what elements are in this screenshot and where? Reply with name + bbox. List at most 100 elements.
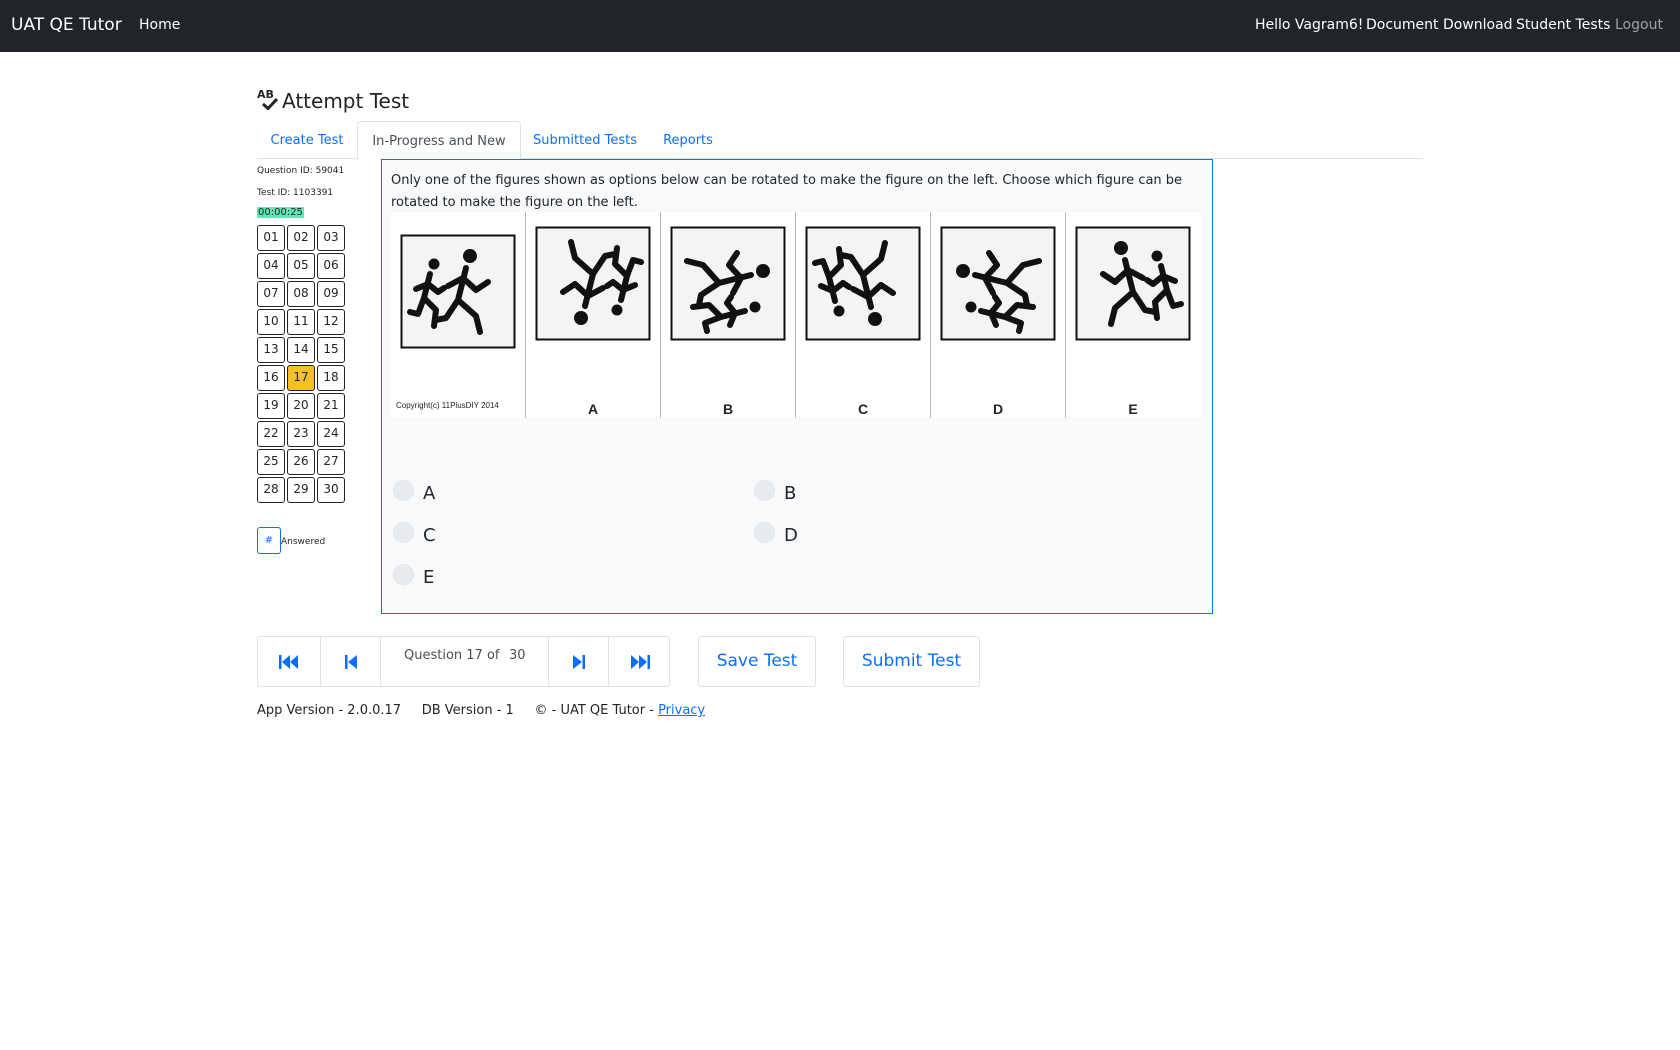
question-id-label: Question ID: 59041 — [257, 166, 345, 176]
tab-reports[interactable]: Reports — [649, 121, 727, 159]
question-nav-button[interactable]: 30 — [317, 477, 345, 503]
footer-copyright: © - UAT QE Tutor - — [534, 703, 654, 718]
last-question-button[interactable] — [609, 637, 670, 686]
option-d-label: D — [784, 525, 798, 546]
question-nav-button[interactable]: 19 — [257, 393, 285, 419]
question-nav-button[interactable]: 15 — [317, 337, 345, 363]
question-nav-button[interactable]: 02 — [287, 225, 315, 251]
skip-last-icon — [630, 654, 650, 669]
question-nav-button[interactable]: 28 — [257, 477, 285, 503]
question-nav-button[interactable]: 24 — [317, 421, 345, 447]
figure-option-c-image — [805, 226, 921, 341]
figure-label-e: E — [1128, 401, 1138, 417]
question-navigation: Question 17 of 30 — [257, 636, 670, 687]
spellcheck-icon: AB — [257, 88, 283, 116]
question-panel: Only one of the figures shown as options… — [381, 159, 1213, 614]
option-c-label: C — [423, 525, 436, 546]
option-e-label: E — [423, 567, 435, 588]
question-nav-button[interactable]: 20 — [287, 393, 315, 419]
answered-legend-label: Answered — [281, 537, 326, 547]
question-nav-button[interactable]: 18 — [317, 365, 345, 391]
question-nav-button[interactable]: 01 — [257, 225, 285, 251]
question-nav-button[interactable]: 27 — [317, 449, 345, 475]
option-d[interactable]: D — [754, 522, 954, 546]
figure-option-c: C — [796, 212, 931, 418]
figure-option-b: B — [661, 212, 796, 418]
figure-label-b: B — [722, 401, 734, 417]
figure-question-image — [400, 234, 516, 349]
option-e-radio[interactable] — [393, 564, 414, 585]
skip-previous-icon — [344, 654, 357, 669]
question-nav-button[interactable]: 09 — [317, 281, 345, 307]
question-counter-text: Question 17 of — [404, 648, 500, 663]
question-figure: Copyright(c) 11PlusDIY 2014 A B C D E — [391, 212, 1201, 418]
option-d-radio[interactable] — [754, 522, 775, 543]
previous-question-button[interactable] — [321, 637, 381, 686]
question-text: Only one of the figures shown as options… — [391, 173, 1183, 210]
figure-label-d: D — [992, 401, 1004, 417]
option-b-radio[interactable] — [754, 480, 775, 501]
page-title: Attempt Test — [282, 89, 410, 113]
question-nav-button[interactable]: 03 — [317, 225, 345, 251]
question-nav-button[interactable]: 21 — [317, 393, 345, 419]
figure-copyright: Copyright(c) 11PlusDIY 2014 — [396, 401, 499, 410]
test-timer: 00:00:25 — [257, 207, 304, 218]
first-question-button[interactable] — [258, 637, 321, 686]
option-a-label: A — [423, 483, 436, 504]
option-c-radio[interactable] — [393, 522, 414, 543]
option-b[interactable]: B — [754, 480, 954, 504]
tab-submitted-tests[interactable]: Submitted Tests — [521, 121, 649, 159]
question-nav-button[interactable]: 29 — [287, 477, 315, 503]
question-nav-button[interactable]: 22 — [257, 421, 285, 447]
skip-next-icon — [572, 654, 585, 669]
save-test-button[interactable]: Save Test — [698, 636, 816, 687]
question-nav-button[interactable]: 13 — [257, 337, 285, 363]
nav-student-tests[interactable]: Student Tests — [1516, 17, 1610, 33]
figure-option-e-image — [1075, 226, 1191, 341]
figure-option-b-image — [670, 226, 786, 341]
question-nav-button[interactable]: 07 — [257, 281, 285, 307]
figure-option-d: D — [931, 212, 1066, 418]
footer: App Version - 2.0.0.17 DB Version - 1 © … — [257, 703, 705, 718]
figure-option-e: E — [1066, 212, 1201, 418]
nav-user-greeting[interactable]: Hello Vagram6! — [1255, 17, 1363, 33]
test-tabs: Create Test In-Progress and New Submitte… — [257, 121, 1423, 160]
question-nav-button[interactable]: 16 — [257, 365, 285, 391]
submit-test-button[interactable]: Submit Test — [843, 636, 980, 687]
question-nav-button[interactable]: 08 — [287, 281, 315, 307]
question-nav-button[interactable]: 12 — [317, 309, 345, 335]
tab-in-progress[interactable]: In-Progress and New — [357, 121, 521, 160]
brand-link[interactable]: UAT QE Tutor — [11, 15, 122, 35]
question-nav-button[interactable]: 04 — [257, 253, 285, 279]
question-counter: Question 17 of 30 — [381, 637, 549, 686]
figure-option-d-image — [940, 226, 1056, 341]
footer-db-version: DB Version - 1 — [421, 703, 514, 718]
nav-home-link[interactable]: Home — [139, 17, 180, 33]
question-nav-button[interactable]: 23 — [287, 421, 315, 447]
nav-document-download[interactable]: Document Download — [1366, 17, 1513, 33]
question-nav-button[interactable]: 17 — [287, 365, 315, 391]
option-c[interactable]: C — [393, 522, 593, 546]
question-nav-button[interactable]: 06 — [317, 253, 345, 279]
nav-logout[interactable]: Logout — [1615, 17, 1663, 33]
question-nav-button[interactable]: 05 — [287, 253, 315, 279]
tab-create-test[interactable]: Create Test — [257, 121, 357, 159]
question-nav-button[interactable]: 11 — [287, 309, 315, 335]
figure-label-a: A — [587, 401, 599, 417]
option-a[interactable]: A — [393, 480, 593, 504]
question-nav-button[interactable]: 10 — [257, 309, 285, 335]
next-question-button[interactable] — [549, 637, 609, 686]
question-nav-button[interactable]: 25 — [257, 449, 285, 475]
skip-first-icon — [279, 654, 298, 669]
question-nav-button[interactable]: 14 — [287, 337, 315, 363]
option-e[interactable]: E — [393, 564, 593, 588]
figure-option-a-image — [535, 226, 651, 341]
figure-question: Copyright(c) 11PlusDIY 2014 — [391, 212, 526, 418]
privacy-link[interactable]: Privacy — [658, 703, 705, 718]
top-navbar: UAT QE Tutor Home Hello Vagram6! Documen… — [0, 0, 1680, 52]
option-a-radio[interactable] — [393, 480, 414, 501]
test-id-label: Test ID: 1103391 — [257, 188, 334, 198]
question-counter-total: 30 — [509, 648, 526, 663]
question-nav-button[interactable]: 26 — [287, 449, 315, 475]
answered-legend-swatch: # — [257, 527, 281, 554]
